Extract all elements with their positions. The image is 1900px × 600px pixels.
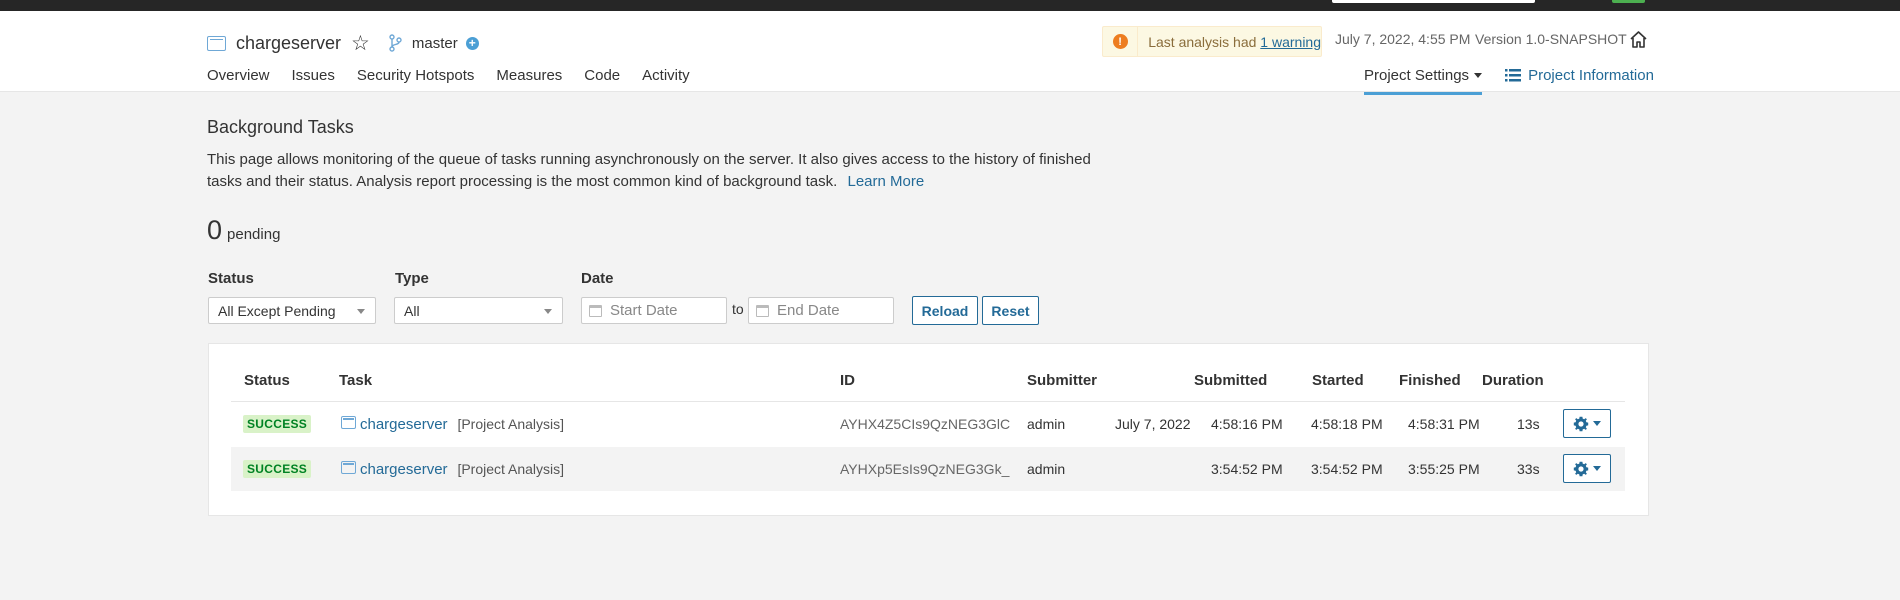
start-date-placeholder: Start Date (610, 302, 678, 319)
list-icon (1505, 69, 1522, 82)
start-date-input[interactable]: Start Date (581, 297, 727, 324)
branch-add-icon[interactable]: + (465, 36, 479, 50)
task-type: [Project Analysis] (457, 416, 565, 432)
type-filter-select[interactable]: All (394, 297, 563, 324)
th-finished: Finished (1399, 372, 1461, 389)
task-cell: chargeserver [Project Analysis] (360, 416, 564, 433)
status-badge: SUCCESS (243, 415, 312, 433)
nav-measures[interactable]: Measures (496, 67, 562, 84)
project-information-link[interactable]: Project Information (1505, 67, 1654, 95)
chevron-down-icon (544, 309, 552, 314)
task-finished: 3:55:25 PM (1408, 461, 1480, 477)
project-icon (341, 461, 356, 474)
table-row: SUCCESS chargeserver [Project Analysis] … (231, 447, 1625, 491)
calendar-icon (756, 305, 769, 317)
task-cell: chargeserver [Project Analysis] (360, 461, 564, 478)
th-started: Started (1312, 372, 1364, 389)
task-type: [Project Analysis] (457, 461, 565, 477)
th-duration: Duration (1482, 372, 1544, 389)
gear-icon (1573, 416, 1589, 431)
tasks-table: Status Task ID Submitter Submitted Start… (208, 343, 1649, 516)
project-header: chargeserver ☆ master + ! Last analysis … (0, 11, 1900, 95)
table-row: SUCCESS chargeserver [Project Analysis] … (231, 402, 1625, 446)
user-avatar[interactable] (1612, 0, 1645, 3)
warning-text: Last analysis had 1 warning (1148, 34, 1321, 50)
task-actions-button[interactable] (1563, 454, 1611, 483)
nav-issues[interactable]: Issues (292, 67, 335, 84)
calendar-icon (589, 305, 602, 317)
project-nav-right: Project Settings Project Information (1364, 67, 1654, 95)
date-filter-label: Date (581, 270, 614, 287)
task-duration: 33s (1517, 461, 1540, 477)
nav-code[interactable]: Code (584, 67, 620, 84)
task-started: 3:54:52 PM (1311, 461, 1383, 477)
warning-prefix: Last analysis had (1148, 33, 1257, 50)
status-badge: SUCCESS (243, 460, 312, 478)
warning-icon: ! (1112, 34, 1128, 49)
date-to-label: to (732, 301, 744, 317)
page-title: Background Tasks (207, 117, 354, 137)
analysis-warning-banner: ! Last analysis had 1 warning (1102, 26, 1322, 57)
task-actions-button[interactable] (1563, 409, 1611, 438)
th-task: Task (339, 372, 373, 389)
end-date-placeholder: End Date (777, 302, 840, 319)
nav-activity[interactable]: Activity (642, 67, 690, 84)
nav-overview[interactable]: Overview (207, 67, 270, 84)
task-finished: 4:58:31 PM (1408, 416, 1480, 432)
pending-label: pending (227, 226, 281, 243)
global-navbar (0, 0, 1900, 11)
project-information-label: Project Information (1528, 67, 1654, 84)
favorite-star-icon[interactable]: ☆ (351, 33, 370, 54)
task-id: AYHXp5EsIs9QzNEG3Gk_ (840, 461, 1010, 477)
project-settings-menu[interactable]: Project Settings (1364, 67, 1483, 95)
task-started: 4:58:18 PM (1311, 416, 1383, 432)
th-submitted: Submitted (1194, 372, 1268, 389)
chevron-down-icon (1593, 421, 1601, 426)
th-submitter: Submitter (1027, 372, 1098, 389)
pending-count: 0 (207, 215, 223, 245)
branch-name[interactable]: master (412, 35, 458, 52)
task-duration: 13s (1517, 416, 1540, 432)
end-date-input[interactable]: End Date (748, 297, 894, 324)
page-description-text: This page allows monitoring of the queue… (207, 151, 1091, 190)
warning-link[interactable]: 1 warning (1260, 34, 1321, 50)
project-breadcrumb: chargeserver ☆ master + (207, 31, 479, 55)
reload-button[interactable]: Reload (912, 296, 978, 325)
task-submitted: 3:54:52 PM (1211, 461, 1283, 477)
task-submitted: 4:58:16 PM (1211, 416, 1283, 432)
project-icon (341, 416, 356, 429)
global-search-input[interactable] (1332, 0, 1535, 3)
nav-security-hotspots[interactable]: Security Hotspots (357, 67, 475, 84)
project-name[interactable]: chargeserver (236, 33, 341, 54)
chevron-down-icon (1474, 73, 1483, 78)
project-version: Version 1.0-SNAPSHOT (1475, 31, 1627, 47)
type-filter-label: Type (395, 270, 429, 287)
project-icon (207, 35, 226, 51)
pending-tasks: 0 pending (207, 215, 280, 246)
chevron-down-icon (357, 309, 365, 314)
task-id: AYHX4Z5CIs9QzNEG3GlC (840, 416, 1011, 432)
th-status: Status (244, 372, 290, 389)
reset-button[interactable]: Reset (982, 296, 1039, 325)
home-icon[interactable] (1629, 30, 1648, 49)
task-submitter: admin (1027, 461, 1066, 477)
task-project-link[interactable]: chargeserver (360, 416, 448, 433)
task-submitter: admin (1027, 416, 1066, 432)
status-filter-label: Status (208, 270, 254, 287)
page-description: This page allows monitoring of the queue… (207, 149, 1122, 193)
gear-icon (1573, 461, 1589, 476)
status-filter-value: All Except Pending (218, 302, 336, 319)
chevron-down-icon (1593, 466, 1601, 471)
th-id: ID (840, 372, 855, 389)
last-analysis-date: July 7, 2022, 4:55 PM (1335, 31, 1471, 47)
project-nav: Overview Issues Security Hotspots Measur… (207, 67, 712, 84)
project-settings-label: Project Settings (1364, 67, 1470, 84)
type-filter-value: All (404, 302, 420, 319)
status-filter-select[interactable]: All Except Pending (208, 297, 376, 324)
branch-icon (389, 34, 402, 52)
learn-more-link[interactable]: Learn More (847, 173, 924, 190)
task-project-link[interactable]: chargeserver (360, 461, 448, 478)
task-date: July 7, 2022 (1115, 416, 1191, 432)
